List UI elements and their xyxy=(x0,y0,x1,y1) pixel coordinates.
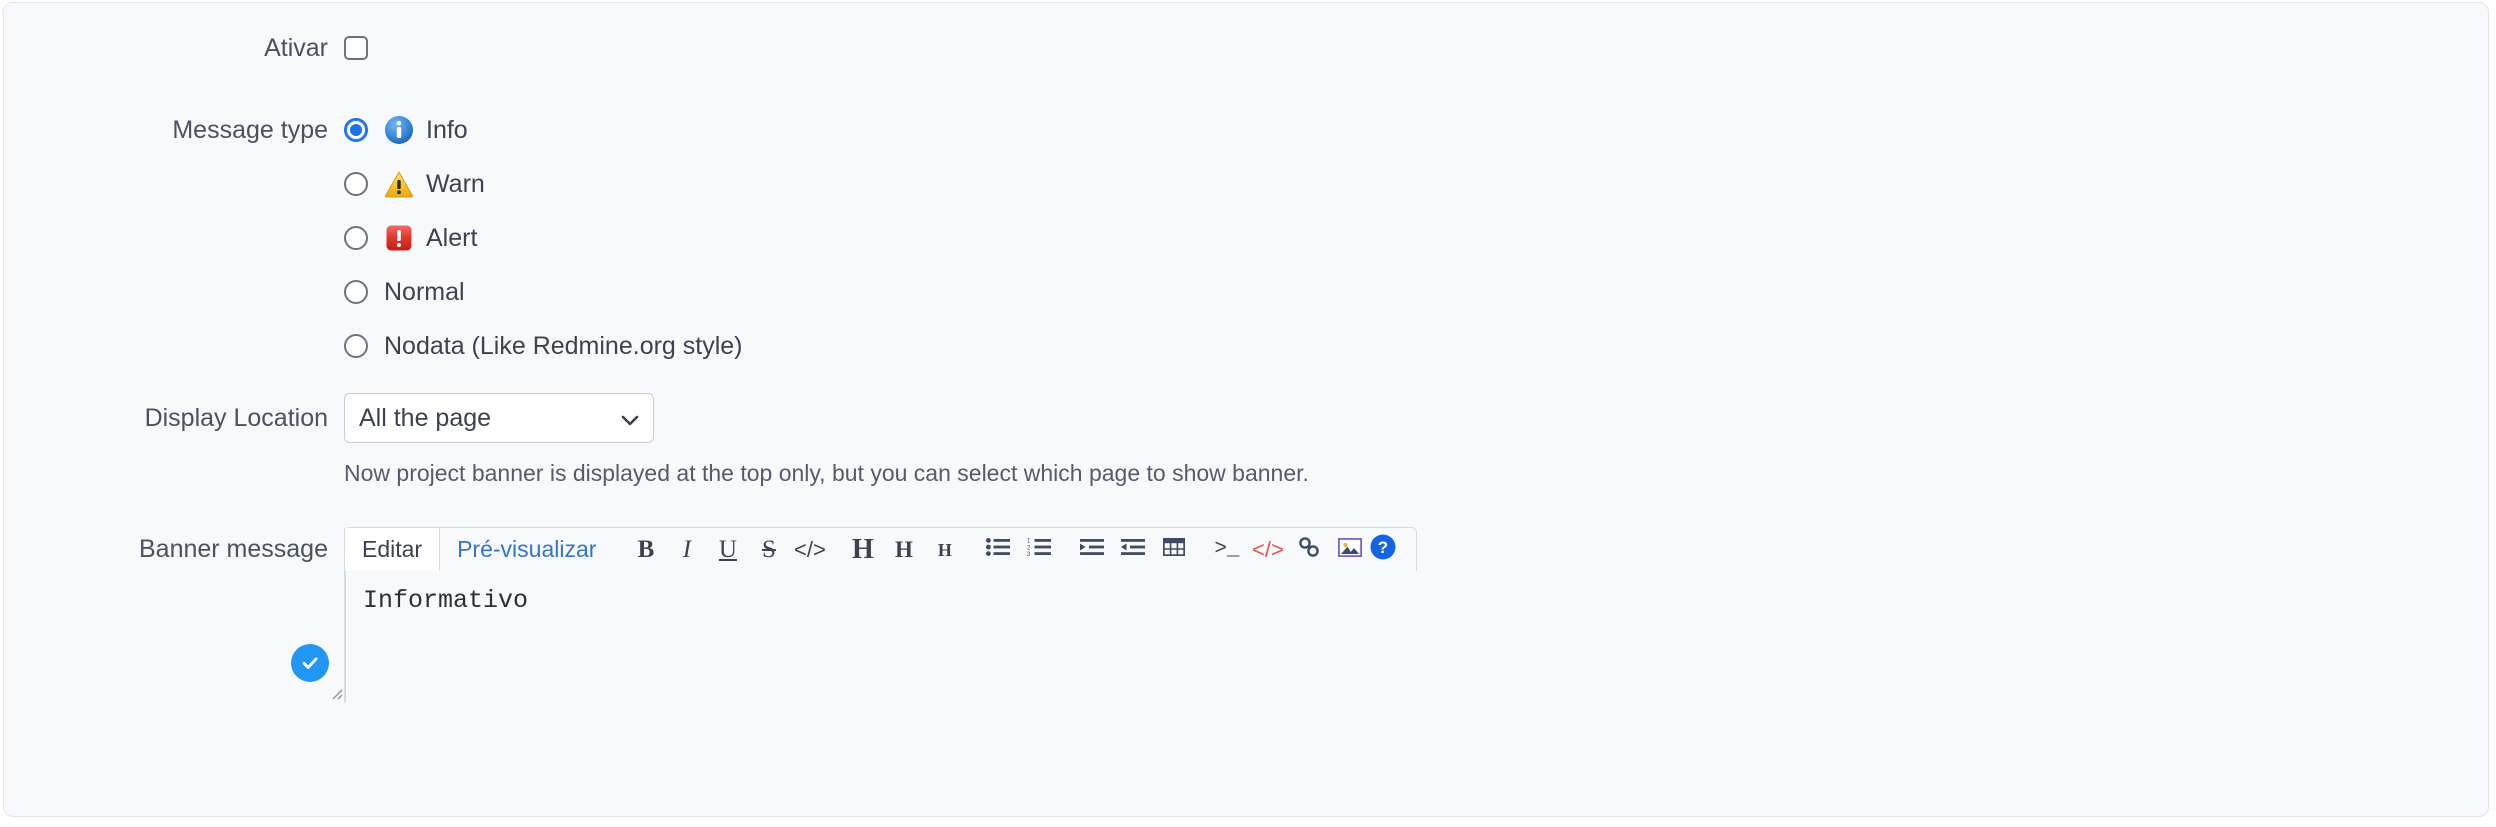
toolbar-group-lists: 1 2 3 xyxy=(977,528,1059,571)
chevron-down-icon xyxy=(621,413,639,425)
radio-label-info: Info xyxy=(426,116,468,144)
link-button[interactable] xyxy=(1288,528,1329,571)
banner-message-editor: Editar Pré-visualizar B I U S </> H H H xyxy=(291,527,2430,703)
terminal-prompt-icon: >_ xyxy=(1214,538,1240,561)
check-circle-icon xyxy=(291,644,329,682)
italic-button[interactable]: I xyxy=(666,528,707,571)
ordered-list-button[interactable]: 1 2 3 xyxy=(1018,528,1059,571)
enable-checkbox[interactable] xyxy=(344,36,368,60)
radio-option-nodata[interactable]: Nodata (Like Redmine.org style) xyxy=(344,319,743,373)
code-block-glyph: </> xyxy=(1252,536,1284,562)
italic-glyph: I xyxy=(682,536,692,563)
display-location-select[interactable]: All the page xyxy=(344,393,654,443)
table-button[interactable] xyxy=(1153,528,1194,571)
display-location-value: All the page xyxy=(359,403,492,432)
toolbar-group-headings: H H H xyxy=(842,528,965,571)
svg-text:2: 2 xyxy=(1027,545,1031,551)
image-button[interactable] xyxy=(1329,528,1370,571)
table-icon xyxy=(1162,537,1186,561)
svg-text:?: ? xyxy=(1378,538,1388,557)
unordered-list-icon xyxy=(985,538,1010,561)
radio-label-normal: Normal xyxy=(384,278,465,306)
info-icon xyxy=(384,115,414,145)
radio-normal[interactable] xyxy=(344,280,368,304)
display-location-help: Now project banner is displayed at the t… xyxy=(344,460,1309,486)
heading-1-glyph: H xyxy=(852,533,874,565)
bold-glyph: B xyxy=(637,536,655,563)
editor-help-button[interactable]: ? xyxy=(1370,528,1416,571)
heading-3-button[interactable]: H xyxy=(924,528,965,571)
heading-1-button[interactable]: H xyxy=(842,528,883,571)
tab-preview[interactable]: Pré-visualizar xyxy=(440,528,613,571)
inline-code-glyph: </> xyxy=(794,536,826,562)
help-circle-icon: ? xyxy=(1370,534,1396,565)
alert-exclamation-icon xyxy=(384,223,414,253)
underline-glyph: U xyxy=(718,536,737,563)
radio-alert[interactable] xyxy=(344,226,368,250)
enable-label: Ativar xyxy=(264,34,328,62)
radio-info[interactable] xyxy=(344,118,368,142)
display-location-label: Display Location xyxy=(144,404,328,432)
radio-label-nodata: Nodata (Like Redmine.org style) xyxy=(384,332,743,360)
textarea-resize-handle[interactable] xyxy=(327,684,343,700)
banner-settings-panel: Ativar Message type Info Warn Alert Norm… xyxy=(3,2,2489,817)
heading-2-glyph: H xyxy=(894,537,913,562)
enable-row: Ativar xyxy=(4,33,368,63)
warning-triangle-icon xyxy=(384,169,414,199)
indent-left-icon xyxy=(1120,538,1145,561)
banner-message-label: Banner message xyxy=(138,535,328,563)
message-type-row: Message type Info Warn Alert Normal Noda… xyxy=(4,103,743,373)
radio-label-warn: Warn xyxy=(426,170,485,198)
indent-right-icon xyxy=(1079,538,1104,561)
display-location-control: All the page Now project banner is displ… xyxy=(344,393,1309,487)
heading-3-glyph: H xyxy=(937,539,952,560)
radio-option-warn[interactable]: Warn xyxy=(344,157,485,211)
enable-control xyxy=(344,33,368,60)
toolbar-group-indent xyxy=(1071,528,1194,571)
preformatted-button[interactable]: >_ xyxy=(1206,528,1247,571)
radio-option-info[interactable]: Info xyxy=(344,103,468,157)
message-type-label: Message type xyxy=(172,116,328,144)
link-chain-icon xyxy=(1297,535,1321,564)
radio-option-alert[interactable]: Alert xyxy=(344,211,477,265)
message-type-options: Info Warn Alert Normal Nodata (Like Redm… xyxy=(344,103,743,373)
outdent-button[interactable] xyxy=(1112,528,1153,571)
underline-button[interactable]: U xyxy=(707,528,748,571)
radio-nodata[interactable] xyxy=(344,334,368,358)
heading-2-button[interactable]: H xyxy=(883,528,924,571)
display-location-row: Display Location All the page Now projec… xyxy=(4,393,1309,487)
banner-message-textarea[interactable]: Informativo xyxy=(291,571,528,703)
image-icon xyxy=(1337,537,1362,562)
bold-button[interactable]: B xyxy=(625,528,666,571)
radio-label-alert: Alert xyxy=(426,224,478,252)
toolbar-group-inline: B I U S </> xyxy=(625,528,830,571)
indent-button[interactable] xyxy=(1071,528,1112,571)
banner-message-row: Banner message Editar Pré-visualizar B I… xyxy=(4,527,2430,703)
editor-toolbar: Editar Pré-visualizar B I U S </> H H H xyxy=(344,527,1418,571)
strikethrough-glyph: S xyxy=(761,536,776,563)
radio-option-normal[interactable]: Normal xyxy=(344,265,465,319)
svg-text:3: 3 xyxy=(1027,552,1031,556)
toolbar-group-code: >_ </> xyxy=(1206,528,1370,571)
code-block-button[interactable]: </> xyxy=(1247,528,1288,571)
tab-edit[interactable]: Editar xyxy=(344,528,441,571)
banner-message-value: Informativo xyxy=(363,586,529,615)
svg-text:1: 1 xyxy=(1027,539,1031,545)
inline-code-button[interactable]: </> xyxy=(789,528,830,571)
unordered-list-button[interactable] xyxy=(977,528,1018,571)
strikethrough-button[interactable]: S xyxy=(748,528,789,571)
ordered-list-icon: 1 2 3 xyxy=(1027,538,1051,561)
radio-warn[interactable] xyxy=(344,172,368,196)
